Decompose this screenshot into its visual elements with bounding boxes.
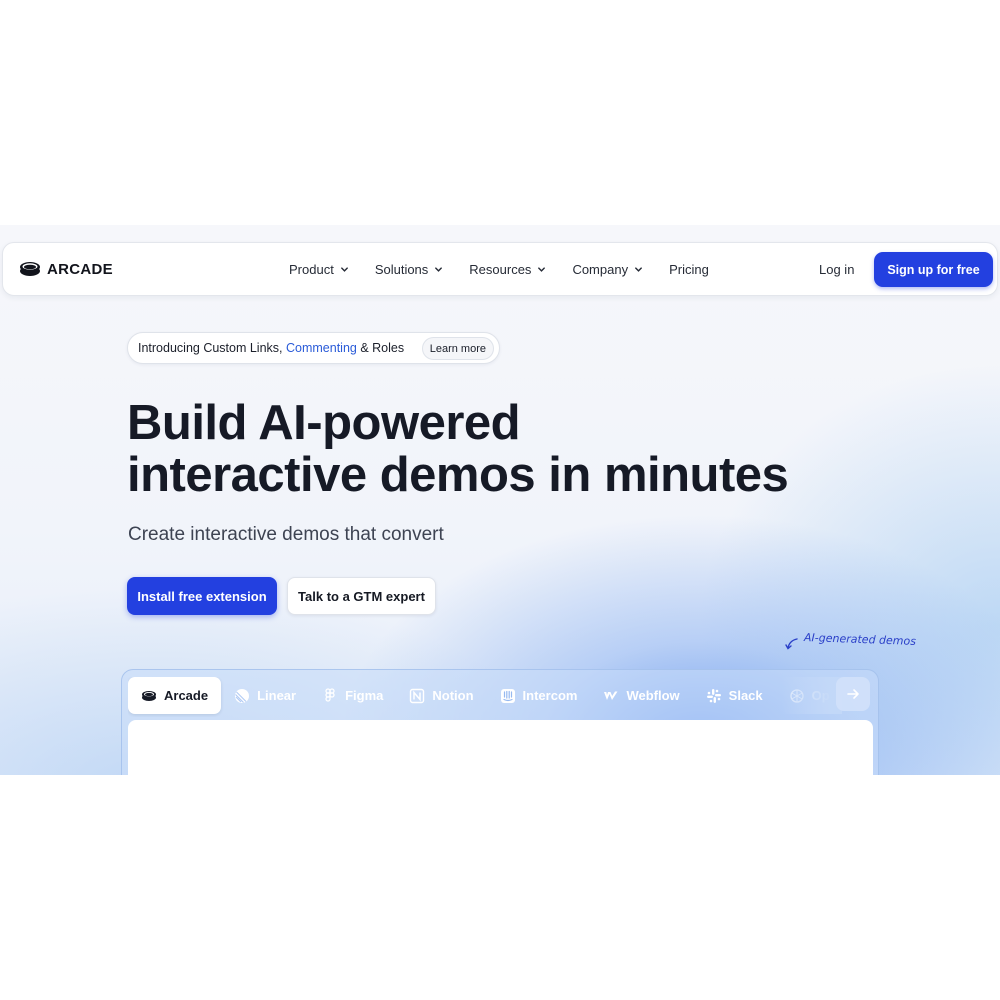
login-link[interactable]: Log in	[819, 262, 854, 277]
install-extension-button[interactable]: Install free extension	[127, 577, 277, 615]
tab-label: Arcade	[164, 688, 209, 703]
ai-generated-annotation: AI-generated demos	[784, 631, 917, 651]
announcement-banner[interactable]: Introducing Custom Links, Commenting & R…	[127, 332, 500, 364]
linear-icon	[235, 688, 250, 703]
announcement-text: Introducing Custom Links, Commenting & R…	[138, 341, 404, 355]
brand-logo[interactable]: ARCADE	[19, 260, 113, 278]
nav-item-company[interactable]: Company	[572, 262, 643, 277]
tab-label: Slack	[728, 688, 763, 703]
tab-notion[interactable]: Notion	[396, 677, 486, 714]
tab-label: Webflow	[626, 688, 680, 703]
intercom-icon	[500, 688, 515, 703]
tabs-fade-overlay	[782, 677, 842, 714]
figma-icon	[325, 687, 335, 702]
chevron-down-icon	[635, 267, 642, 272]
signup-button[interactable]: Sign up for free	[874, 252, 993, 287]
learn-more-button[interactable]: Learn more	[421, 337, 494, 360]
demo-tabs: Arcade Linear Figma Notion Intercom Webf…	[128, 677, 836, 714]
webflow-icon	[604, 691, 618, 700]
nav-item-label: Resources	[469, 262, 532, 277]
slack-icon	[706, 688, 721, 703]
tab-label: Linear	[257, 688, 297, 703]
demo-preview-canvas[interactable]	[128, 720, 873, 775]
hero-title-line-1: Build AI-powered	[127, 396, 521, 450]
hero-subtitle: Create interactive demos that convert	[128, 524, 444, 545]
tab-label: Notion	[432, 688, 474, 703]
arrow-right-icon	[847, 689, 859, 699]
hero-title-line-2: interactive demos in minutes	[127, 448, 789, 502]
announcement-suffix: & Roles	[356, 341, 405, 355]
curved-arrow-icon	[785, 638, 798, 650]
arcade-icon	[142, 690, 156, 701]
demo-panel: Arcade Linear Figma Notion Intercom Webf…	[121, 669, 879, 775]
notion-icon	[410, 688, 425, 703]
nav-item-label: Pricing	[669, 262, 709, 277]
nav-item-pricing[interactable]: Pricing	[669, 262, 709, 277]
nav-item-label: Company	[572, 262, 629, 277]
talk-to-expert-button[interactable]: Talk to a GTM expert	[287, 577, 436, 615]
tab-arcade[interactable]: Arcade	[128, 677, 222, 714]
tab-label: Figma	[345, 688, 384, 703]
nav-item-label: Solutions	[374, 262, 429, 277]
announcement-prefix: Introducing Custom Links,	[138, 341, 286, 355]
main-menu: Product Solutions Resources Company Pric…	[289, 262, 735, 277]
tab-intercom[interactable]: Intercom	[487, 677, 591, 714]
arcade-logo-icon	[20, 262, 40, 276]
page-screenshot: ARCADE Product Solutions Resources Compa…	[0, 225, 1000, 775]
chevron-down-icon	[435, 267, 443, 272]
nav-item-resources[interactable]: Resources	[469, 262, 546, 277]
tab-label: Intercom	[522, 688, 578, 703]
tab-linear[interactable]: Linear	[221, 677, 309, 714]
announcement-highlight[interactable]: Commenting	[286, 341, 357, 355]
tabs-next-button[interactable]	[836, 677, 870, 711]
tab-figma[interactable]: Figma	[309, 677, 396, 714]
chevron-down-icon	[340, 267, 348, 272]
chevron-down-icon	[538, 267, 546, 272]
brand-name: ARCADE	[47, 260, 113, 278]
nav-item-product[interactable]: Product	[289, 262, 349, 277]
top-navbar: ARCADE Product Solutions Resources Compa…	[2, 242, 998, 296]
nav-item-solutions[interactable]: Solutions	[375, 262, 443, 277]
tab-webflow[interactable]: Webflow	[590, 677, 692, 714]
hero-title: Build AI-powered interactive demos in mi…	[127, 397, 887, 501]
demo-tabs-viewport: Arcade Linear Figma Notion Intercom Webf…	[128, 677, 836, 717]
nav-item-label: Product	[289, 262, 334, 277]
tab-slack[interactable]: Slack	[693, 677, 776, 714]
ai-annotation-text: AI-generated demos	[803, 631, 917, 648]
